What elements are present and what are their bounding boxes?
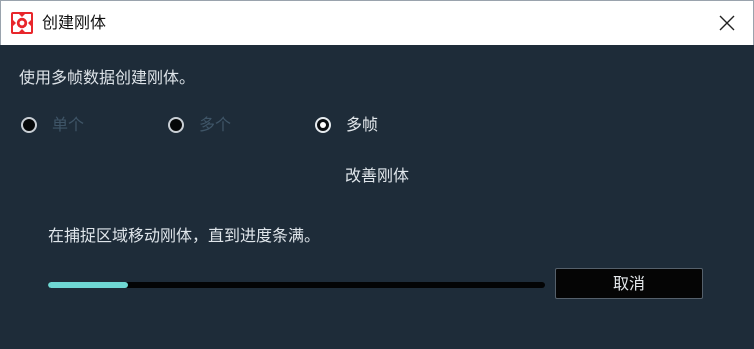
close-icon[interactable] <box>716 12 738 34</box>
cancel-button[interactable]: 取消 <box>555 268 703 299</box>
radio-label: 单个 <box>52 115 85 134</box>
radio-button-selected[interactable] <box>315 117 331 133</box>
progress-fill <box>48 282 128 288</box>
section-title: 改善刚体 <box>344 166 409 185</box>
radio-label: 多帧 <box>346 115 379 134</box>
radio-single[interactable]: 单个 <box>21 113 84 137</box>
radio-button[interactable] <box>168 117 184 133</box>
hint-text: 在捕捉区域移动刚体，直到进度条满。 <box>48 226 321 245</box>
radio-multi-frame[interactable]: 多帧 <box>315 113 378 137</box>
instruction-text: 使用多帧数据创建刚体。 <box>19 68 196 87</box>
window-title: 创建刚体 <box>42 13 107 32</box>
radio-multiple[interactable]: 多个 <box>168 113 231 137</box>
app-logo-icon <box>11 12 33 34</box>
progress-bar <box>48 282 545 288</box>
dialog-body <box>0 45 754 349</box>
title-bar: 创建刚体 <box>0 0 754 45</box>
radio-label: 多个 <box>199 115 232 134</box>
radio-button[interactable] <box>21 117 37 133</box>
